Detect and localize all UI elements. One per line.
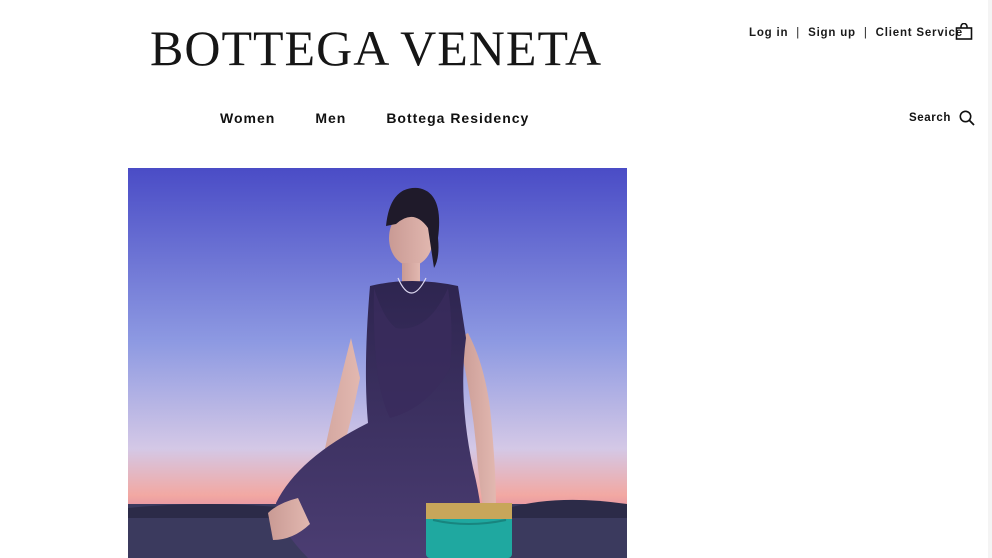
nav-item-bottega-residency[interactable]: Bottega Residency xyxy=(386,110,529,126)
magnifier-icon xyxy=(959,110,975,126)
signup-link[interactable]: Sign up xyxy=(808,27,856,39)
shopping-bag-icon[interactable] xyxy=(955,22,973,40)
nav-item-men[interactable]: Men xyxy=(315,110,346,126)
search-button[interactable]: Search xyxy=(909,110,975,126)
page-scrollbar[interactable] xyxy=(988,0,992,558)
login-link[interactable]: Log in xyxy=(749,27,788,39)
separator: | xyxy=(863,27,868,39)
nav-item-women[interactable]: Women xyxy=(220,110,275,126)
search-label: Search xyxy=(909,112,951,124)
main-navigation: Women Men Bottega Residency xyxy=(220,110,569,126)
separator: | xyxy=(796,27,801,39)
brand-logo[interactable]: BOTTEGA VENETA xyxy=(150,22,602,74)
client-service-link[interactable]: Client Service xyxy=(876,27,963,39)
account-links: Log in | Sign up | Client Service xyxy=(749,27,963,39)
hero-campaign-image[interactable] xyxy=(128,168,627,558)
